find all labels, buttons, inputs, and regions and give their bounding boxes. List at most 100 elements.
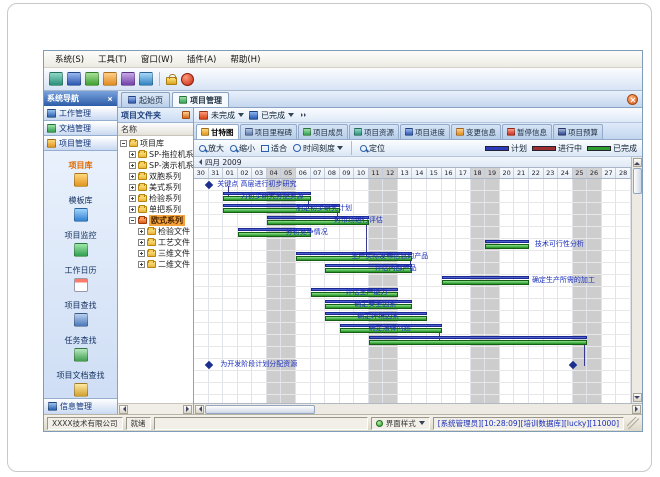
expand-icon[interactable] [138,261,145,268]
menu-plugins[interactable]: 插件(A) [180,52,223,66]
home-icon[interactable] [49,72,63,86]
tree-column-header[interactable]: 名称 [118,123,193,136]
menu-system[interactable]: 系统(S) [48,52,91,66]
more-filters-icon[interactable] [301,113,306,117]
gantt-vertical-scrollbar[interactable] [631,157,642,403]
expand-icon[interactable] [129,195,136,202]
vertical-scroll-thumb[interactable] [633,168,642,194]
tab-budget[interactable]: 项目预算 [553,124,603,139]
tree-node-series[interactable]: 双胞系列 [129,171,193,182]
expand-icon[interactable] [138,250,145,257]
plugins-icon[interactable] [121,72,135,86]
menu-tools[interactable]: 工具(T) [91,52,134,66]
tree-node-series-selected[interactable]: 欧式系列 [129,215,193,226]
sidebar-item-project-doc-search[interactable]: 项目文档查找 [44,366,117,398]
tree-node-series[interactable]: 检验系列 [129,193,193,204]
tree-node-series[interactable]: 美式系列 [129,182,193,193]
filter-label: 未完成 [211,110,235,121]
gantt-bar-plan[interactable] [485,240,529,243]
expand-icon[interactable] [129,184,136,191]
reports-icon[interactable] [103,72,117,86]
project-tree: 项目库 SP-拖拉机系列 SP-演示机系列 [118,136,193,403]
sidebar-group-documents[interactable]: 文档管理 [44,121,117,136]
tree-node-child[interactable]: 工艺文件 [138,237,193,248]
collapse-icon[interactable] [129,217,136,224]
tab-members[interactable]: 项目成员 [298,124,348,139]
sidebar-item-template-library[interactable]: 模板库 [44,191,117,226]
scroll-right-icon[interactable] [632,405,641,414]
gantt-horizontal-scrollbar[interactable] [194,403,642,414]
scroll-left-icon[interactable] [119,405,128,414]
menu-help[interactable]: 帮助(H) [223,52,267,66]
time-scale-dropdown[interactable]: 时间刻度 [293,143,343,154]
scroll-left-icon[interactable] [195,405,204,414]
tree-node-child[interactable]: 检验文件 [138,226,193,237]
tab-resources[interactable]: 项目资源 [349,124,399,139]
expand-icon[interactable] [138,228,145,235]
power-icon[interactable] [181,73,194,86]
tab-progress[interactable]: 项目进度 [400,124,450,139]
lock-icon[interactable] [166,77,177,85]
main-area: 起始页 项目管理 项目文件夹 [118,91,642,414]
sidebar-tab-info-management[interactable]: 信息管理 [44,398,117,414]
expand-icon[interactable] [129,173,136,180]
zoom-in-button[interactable]: 放大 [199,143,224,154]
sidebar-group-work[interactable]: 工作管理 [44,106,117,121]
month-prev-icon[interactable] [196,159,202,165]
tab-milestones[interactable]: 项目里程碑 [240,124,298,139]
expand-icon[interactable] [129,162,136,169]
filter-unfinished[interactable]: 未完成 [199,110,244,121]
gantt-bar-plan[interactable] [442,276,529,279]
gantt-bar-progress[interactable] [485,244,529,249]
expand-icon[interactable] [129,206,136,213]
sidebar-close-icon[interactable] [106,95,114,103]
tasks-icon[interactable] [85,72,99,86]
scroll-up-icon[interactable] [633,158,642,167]
close-tab-icon[interactable] [627,94,638,105]
locate-button[interactable]: 定位 [360,143,385,154]
scroll-right-icon[interactable] [183,405,192,414]
tree-node-series[interactable]: SP-演示机系列 [129,160,193,171]
gantt-day-cell: 07 [311,168,326,178]
tree-horizontal-scrollbar[interactable] [118,403,193,414]
projects-icon[interactable] [67,72,81,86]
menu-window[interactable]: 窗口(W) [134,52,180,66]
sidebar-group-projects[interactable]: 项目管理 [44,136,117,151]
sidebar-item-project-library[interactable]: 项目库 [44,156,117,191]
tree-node-child[interactable]: 三维文件 [138,248,193,259]
pin-icon[interactable] [182,111,190,119]
gantt-bar-progress[interactable] [369,340,588,345]
tab-start-page[interactable]: 起始页 [121,92,170,107]
tab-project-management[interactable]: 项目管理 [172,92,229,107]
zoom-out-button[interactable]: 缩小 [230,143,255,154]
gantt-bar-progress[interactable] [442,280,529,285]
expand-icon[interactable] [138,239,145,246]
chevron-down-icon [288,113,294,117]
sidebar-item-work-calendar[interactable]: 工作日历 [44,261,117,296]
tree-node-root[interactable]: 项目库 [120,138,193,149]
tree-node-series[interactable]: SP-拖拉机系列 [129,149,193,160]
fit-button[interactable]: 适合 [261,143,287,154]
gantt-task-label: 对市场进行评估 [334,217,383,224]
collapse-icon[interactable] [120,140,127,147]
resize-grip[interactable] [627,417,639,429]
progress-icon [405,128,413,136]
sidebar-item-project-monitor[interactable]: 项目监控 [44,226,117,261]
tab-changes[interactable]: 变更信息 [451,124,501,139]
sidebar-item-project-search[interactable]: 项目查找 [44,296,117,331]
gantt-tab-label: 项目进度 [415,127,445,138]
expand-icon[interactable] [129,151,136,158]
tab-pauses[interactable]: 暂停信息 [502,124,552,139]
ui-style-dropdown[interactable]: 界面样式 [371,417,430,430]
tree-node-child[interactable]: 二维文件 [138,259,193,270]
gantt-bar-plan[interactable] [369,336,588,339]
tree-node-series[interactable]: 单把系列 [129,204,193,215]
document-tab-bar: 起始页 项目管理 [118,91,642,108]
gantt-tab-label: 变更信息 [466,127,496,138]
scroll-down-icon[interactable] [633,393,642,402]
tab-gantt-chart[interactable]: 甘特图 [196,124,239,139]
sidebar-item-task-search[interactable]: 任务查找 [44,331,117,366]
horizontal-scroll-thumb[interactable] [205,405,315,414]
mail-icon[interactable] [139,72,153,86]
filter-finished[interactable]: 已完成 [249,110,294,121]
